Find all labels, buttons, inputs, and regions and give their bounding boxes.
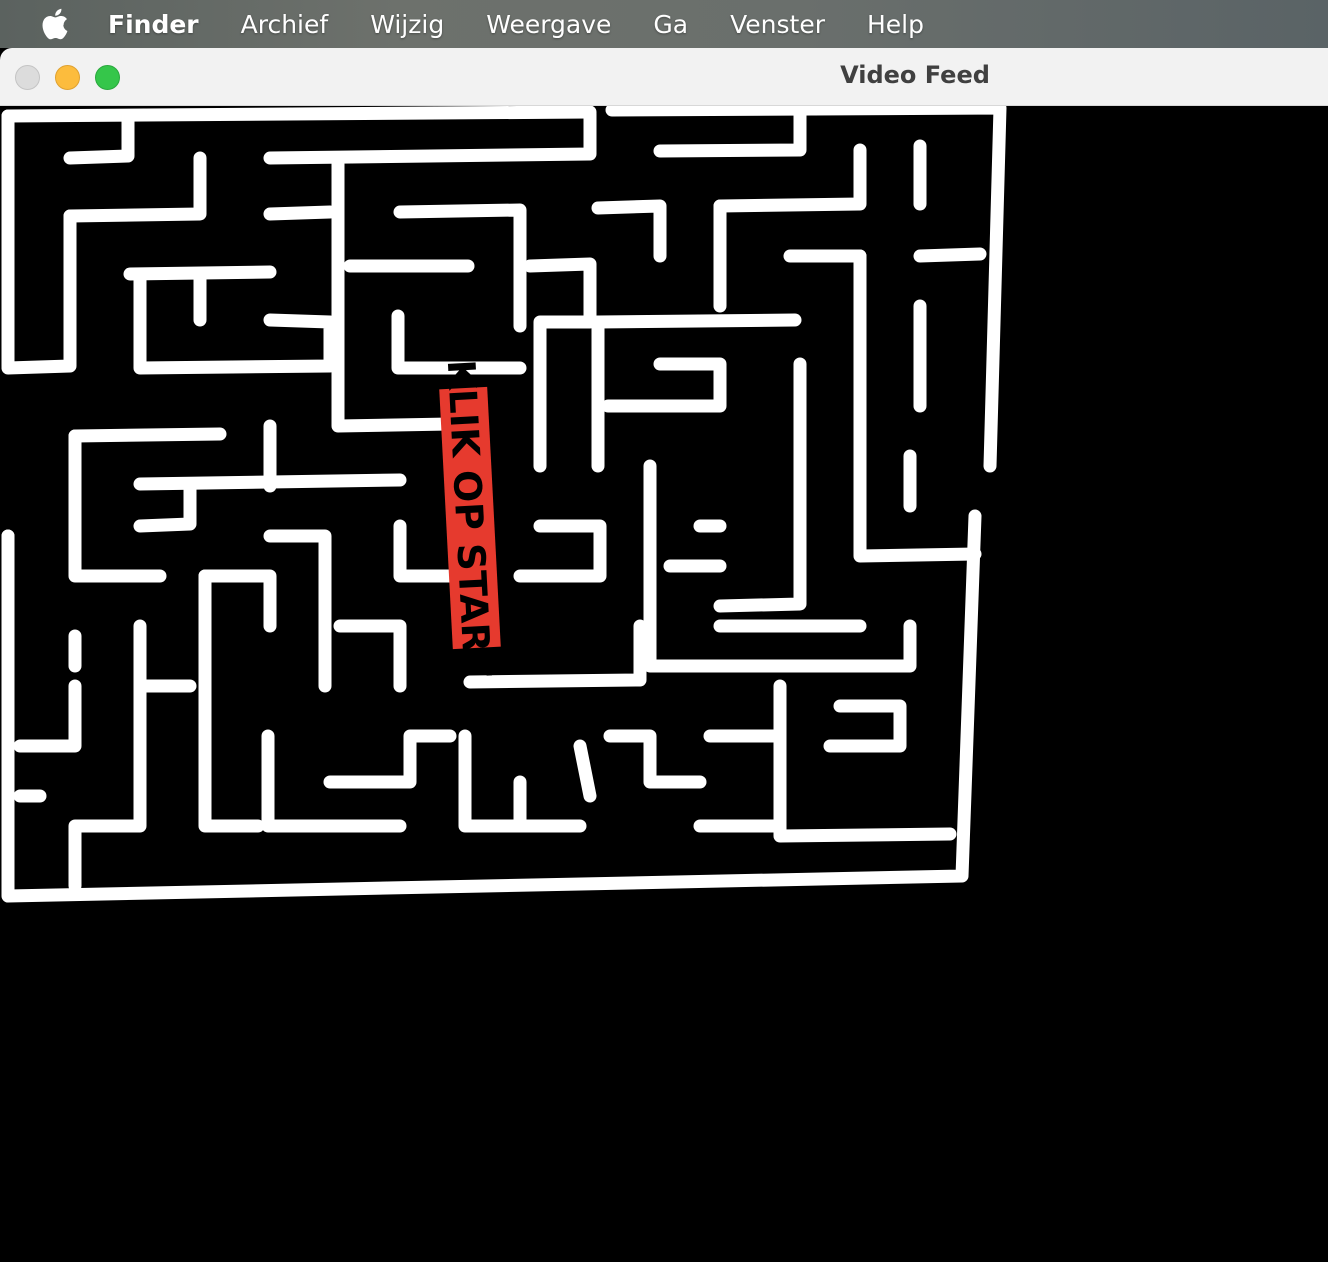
menu-venster[interactable]: Venster bbox=[730, 10, 825, 39]
video-feed-window: Video Feed KLIK OP START bbox=[0, 48, 1328, 1262]
menu-finder[interactable]: Finder bbox=[108, 10, 199, 39]
menu-wijzig[interactable]: Wijzig bbox=[370, 10, 444, 39]
menu-weergave[interactable]: Weergave bbox=[486, 10, 611, 39]
window-title: Video Feed bbox=[840, 61, 990, 89]
menu-ga[interactable]: Ga bbox=[653, 10, 688, 39]
apple-logo-icon[interactable] bbox=[38, 7, 70, 41]
menu-archief[interactable]: Archief bbox=[241, 10, 329, 39]
menu-bar: Finder Archief Wijzig Weergave Ga Venste… bbox=[0, 0, 1328, 48]
maze-image: KLIK OP START bbox=[0, 106, 1328, 1262]
menu-help[interactable]: Help bbox=[867, 10, 924, 39]
window-titlebar[interactable]: Video Feed bbox=[0, 48, 1328, 106]
video-feed-canvas[interactable]: KLIK OP START bbox=[0, 106, 1328, 1262]
